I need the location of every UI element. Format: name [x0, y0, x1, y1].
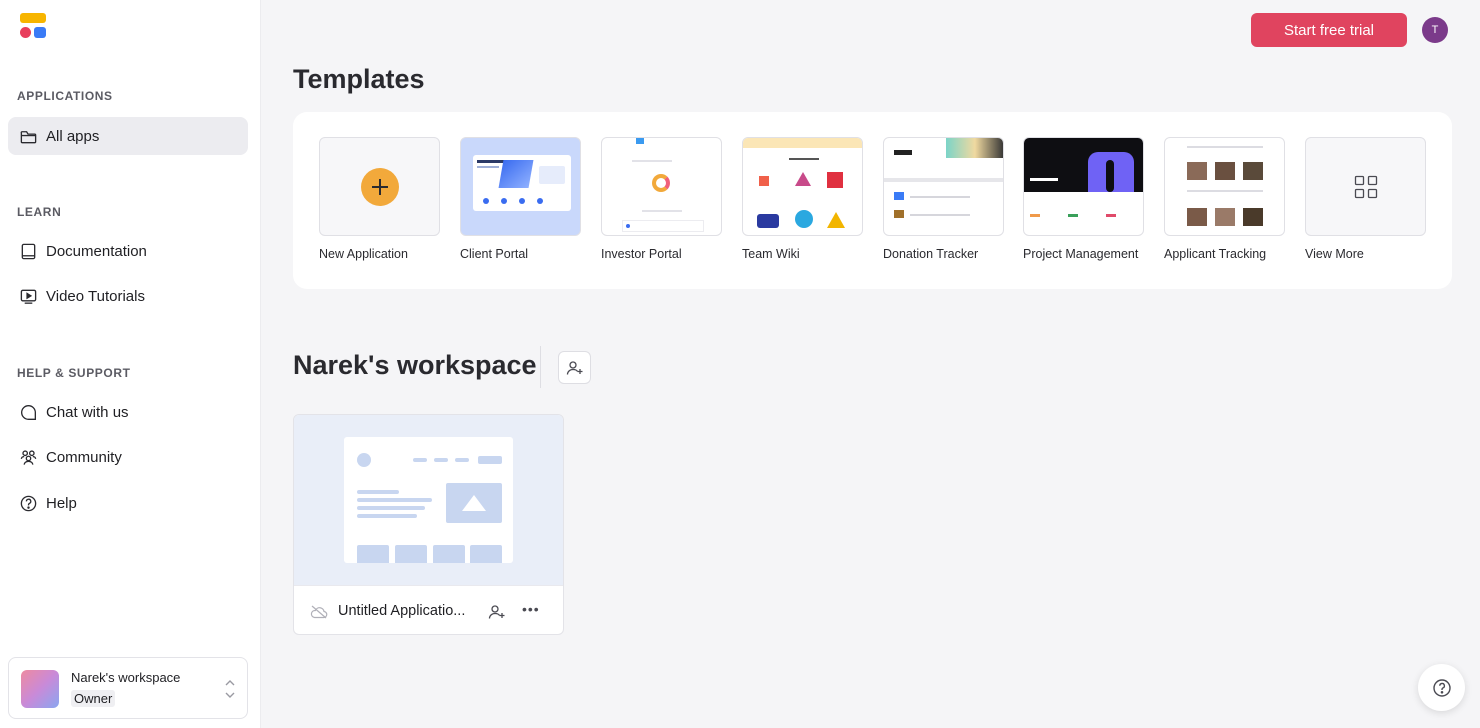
workspace-switcher[interactable]: Narek's workspace Owner: [8, 657, 248, 719]
section-title-learn: LEARN: [17, 205, 62, 219]
templates-panel: New Application Client Portal Investor P…: [293, 112, 1452, 289]
share-app-icon[interactable]: [488, 604, 506, 620]
sidebar-item-label: Documentation: [46, 242, 147, 260]
template-label: Client Portal: [460, 247, 529, 261]
template-label: Applicant Tracking: [1164, 247, 1267, 261]
workspace-title: Narek's workspace: [293, 350, 537, 380]
main-content: Start free trial T Templates New Applica…: [261, 0, 1480, 728]
sidebar-item-chat[interactable]: Chat with us: [8, 393, 248, 431]
more-options-icon[interactable]: •••: [522, 601, 540, 617]
template-thumbnail: [742, 137, 863, 236]
plus-icon: [361, 168, 399, 206]
divider: [540, 346, 541, 388]
template-label: Team Wiki: [742, 247, 800, 261]
people-icon: [18, 447, 38, 467]
grid-icon: [1354, 175, 1378, 199]
help-button[interactable]: [1418, 664, 1465, 711]
template-team-wiki[interactable]: Team Wiki: [742, 137, 863, 261]
app-logo[interactable]: [20, 13, 47, 39]
sidebar-item-documentation[interactable]: Documentation: [8, 232, 248, 270]
template-label: New Application: [319, 247, 408, 261]
question-circle-icon: [18, 493, 38, 513]
template-thumbnail: [1305, 137, 1426, 236]
section-title-help-support: HELP & SUPPORT: [17, 366, 131, 380]
sidebar-item-community[interactable]: Community: [8, 438, 248, 476]
template-investor-portal[interactable]: Investor Portal: [601, 137, 722, 261]
template-thumbnail: [460, 137, 581, 236]
template-new-application[interactable]: New Application: [319, 137, 440, 261]
invite-users-button[interactable]: [558, 351, 591, 384]
start-free-trial-button[interactable]: Start free trial: [1251, 13, 1407, 47]
sidebar-item-video-tutorials[interactable]: Video Tutorials: [8, 277, 248, 315]
sidebar-item-label: Chat with us: [46, 403, 129, 421]
video-icon: [18, 286, 38, 306]
book-icon: [18, 241, 38, 261]
sidebar-item-label: Help: [46, 494, 77, 512]
template-project-management[interactable]: Project Management: [1023, 137, 1144, 261]
app-card[interactable]: Untitled Applicatio... •••: [293, 414, 564, 635]
template-client-portal[interactable]: Client Portal: [460, 137, 581, 261]
workspace-role-badge: Owner: [71, 690, 116, 707]
template-label: Donation Tracker: [883, 247, 979, 261]
template-thumbnail: [319, 137, 440, 236]
template-thumbnail: [601, 137, 722, 236]
sidebar-item-label: Community: [46, 448, 122, 466]
template-label: Project Management: [1023, 247, 1139, 261]
template-thumbnail: [1164, 137, 1285, 236]
templates-title: Templates: [293, 64, 425, 94]
chevron-up-down-icon: [225, 680, 235, 698]
add-user-icon: [566, 360, 582, 375]
sidebar-item-label: Video Tutorials: [46, 287, 145, 305]
template-applicant-tracking[interactable]: Applicant Tracking: [1164, 137, 1285, 261]
sidebar-item-label: All apps: [46, 127, 100, 145]
template-thumbnail: [883, 137, 1004, 236]
sidebar-item-all-apps[interactable]: All apps: [8, 117, 248, 155]
cloud-off-icon: [310, 605, 328, 619]
chat-bubble-icon: [18, 402, 38, 422]
section-title-applications: APPLICATIONS: [17, 89, 113, 103]
template-thumbnail: [1023, 137, 1144, 236]
app-preview: [294, 415, 563, 585]
template-label: Investor Portal: [601, 247, 682, 261]
template-label: View More: [1305, 247, 1364, 261]
workspace-avatar: [21, 670, 59, 708]
sidebar: APPLICATIONS All apps LEARN Documentatio…: [0, 0, 261, 728]
question-circle-icon: [1432, 678, 1451, 697]
sidebar-item-help[interactable]: Help: [8, 484, 248, 522]
app-name[interactable]: Untitled Applicatio...: [338, 603, 465, 619]
folder-icon: [18, 126, 38, 146]
workspace-name: Narek's workspace: [71, 670, 181, 685]
app-card-footer: Untitled Applicatio... •••: [294, 585, 563, 634]
user-avatar[interactable]: T: [1422, 17, 1448, 43]
template-donation-tracker[interactable]: Donation Tracker: [883, 137, 1004, 261]
template-view-more[interactable]: View More: [1305, 137, 1426, 261]
